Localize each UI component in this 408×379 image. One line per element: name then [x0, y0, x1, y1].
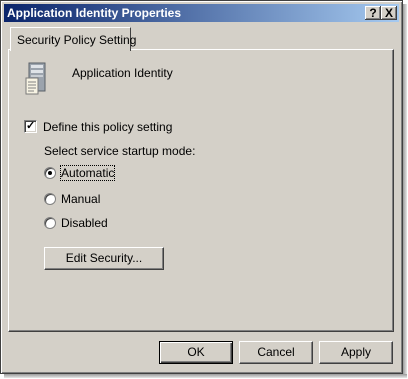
radio-disabled[interactable]	[44, 217, 56, 229]
define-policy-label[interactable]: Define this policy setting	[43, 120, 172, 134]
window-shadow-right	[403, 4, 407, 376]
close-button[interactable]: X	[381, 6, 397, 20]
radio-label-automatic[interactable]: Automatic	[59, 165, 116, 181]
window-shadow-bottom	[4, 374, 407, 378]
window-title: Application Identity Properties	[7, 6, 182, 20]
help-button[interactable]: ?	[365, 6, 381, 20]
radio-selected-dot	[48, 171, 52, 175]
cancel-button[interactable]: Cancel	[239, 341, 313, 364]
radio-automatic[interactable]	[44, 167, 56, 179]
edit-security-button[interactable]: Edit Security...	[44, 247, 164, 270]
check-icon: ✓	[26, 120, 36, 132]
ok-button[interactable]: OK	[159, 341, 233, 364]
radio-label-disabled[interactable]: Disabled	[61, 216, 108, 230]
tab-panel	[8, 49, 394, 332]
radio-manual[interactable]	[44, 193, 56, 205]
server-icon	[25, 62, 46, 95]
startup-mode-prompt: Select service startup mode:	[44, 144, 196, 158]
radio-label-manual[interactable]: Manual	[61, 192, 100, 206]
define-policy-checkbox[interactable]: ✓	[24, 120, 37, 133]
apply-button[interactable]: Apply	[319, 341, 393, 364]
service-name: Application Identity	[72, 66, 173, 80]
tab-security-policy-setting[interactable]: Security Policy Setting	[10, 27, 136, 51]
tab-label: Security Policy Setting	[17, 33, 137, 47]
title-bar[interactable]: Application Identity Properties ? X	[4, 4, 399, 22]
